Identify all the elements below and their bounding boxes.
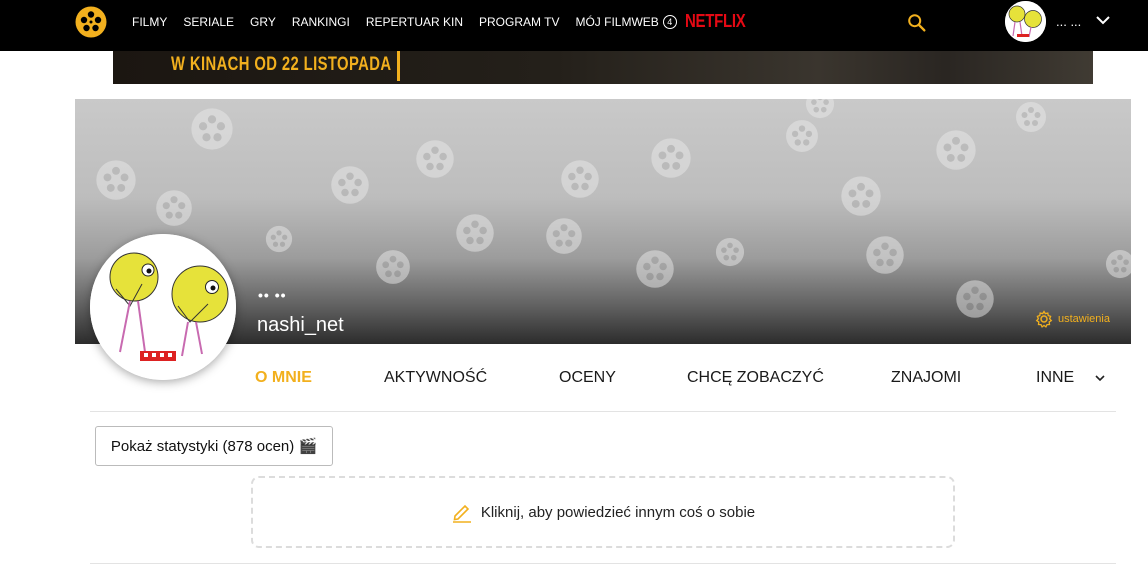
reel-icon (1016, 102, 1046, 132)
tab-inne[interactable]: INNE (1036, 369, 1074, 387)
tab-oceny[interactable]: OCENY (559, 369, 616, 387)
reel-icon (786, 120, 818, 152)
banner-text: W KINACH OD 22 LISTOPADA (171, 54, 392, 75)
show-stats-button[interactable]: Pokaż statystyki (878 ocen) 🎬 (95, 426, 333, 466)
nav-item-filmy[interactable]: FILMY (132, 15, 167, 29)
settings-link[interactable]: ustawienia (1035, 310, 1110, 328)
about-me-prompt-text: Kliknij, aby powiedzieć innym coś o sobi… (480, 503, 756, 521)
reel-icon (416, 140, 454, 178)
tab-aktywnosc[interactable]: AKTYWNOŚĆ (384, 369, 487, 387)
tab-znajomi[interactable]: ZNAJOMI (891, 369, 961, 387)
netflix-link[interactable]: NETFLIX (685, 11, 746, 31)
profile-tabs: O MNIE AKTYWNOŚĆ OCENY CHCĘ ZOBACZYĆ ZNA… (90, 344, 1116, 412)
reel-icon (841, 176, 881, 216)
settings-label: ustawienia (1058, 313, 1110, 325)
nav-item-moj-filmweb-label: MÓJ FILMWEB (575, 15, 659, 29)
user-name[interactable]: ... ... (1056, 14, 1081, 29)
reel-icon (456, 214, 494, 252)
movie-banner-ad[interactable]: W KINACH OD 22 LISTOPADA (113, 51, 1093, 84)
reel-icon (715, 237, 745, 267)
nav-item-seriale[interactable]: SERIALE (183, 15, 234, 29)
nav-item-program-tv[interactable]: PROGRAM TV (479, 15, 559, 29)
reel-icon (561, 160, 599, 198)
top-navigation-bar: FILMY SERIALE GRY RANKINGI REPERTUAR KIN… (0, 0, 1148, 51)
nav-item-moj-filmweb[interactable]: MÓJ FILMWEB 4 (575, 15, 677, 29)
reel-icon (651, 138, 691, 178)
search-icon[interactable] (906, 12, 928, 34)
profile-display-name: •• •• (258, 287, 287, 303)
reel-icon (805, 99, 835, 119)
reel-icon (191, 108, 233, 150)
reel-icon (96, 160, 136, 200)
birds-avatar-icon (1005, 1, 1046, 42)
reel-icon (265, 225, 293, 253)
main-nav: FILMY SERIALE GRY RANKINGI REPERTUAR KIN… (132, 0, 693, 44)
filmweb-logo-icon[interactable] (75, 6, 107, 38)
reel-icon (1105, 249, 1131, 279)
nav-item-gry[interactable]: GRY (250, 15, 276, 29)
divider (90, 563, 1116, 564)
chevron-down-icon[interactable] (1095, 12, 1111, 28)
gear-icon (1035, 310, 1053, 328)
banner-accent-bar (397, 51, 400, 81)
reel-icon (376, 250, 410, 284)
user-avatar[interactable] (1005, 1, 1046, 42)
reel-icon (956, 280, 994, 318)
profile-username: nashi_net (257, 314, 344, 336)
reel-icon (936, 130, 976, 170)
reel-icon (156, 190, 192, 226)
about-me-prompt[interactable]: Kliknij, aby powiedzieć innym coś o sobi… (251, 476, 955, 548)
reel-icon (331, 166, 369, 204)
nav-item-rankingi[interactable]: RANKINGI (292, 15, 350, 29)
reel-icon (866, 236, 904, 274)
tab-o-mnie[interactable]: O MNIE (255, 369, 312, 387)
reel-icon (546, 218, 582, 254)
notification-badge: 4 (662, 15, 677, 29)
chevron-down-icon[interactable] (1093, 371, 1107, 385)
tab-chce-zobaczyc[interactable]: CHCĘ ZOBACZYĆ (687, 369, 824, 387)
pencil-icon (452, 504, 471, 523)
reel-icon (636, 250, 674, 288)
nav-item-repertuar-kin[interactable]: REPERTUAR KIN (366, 15, 463, 29)
